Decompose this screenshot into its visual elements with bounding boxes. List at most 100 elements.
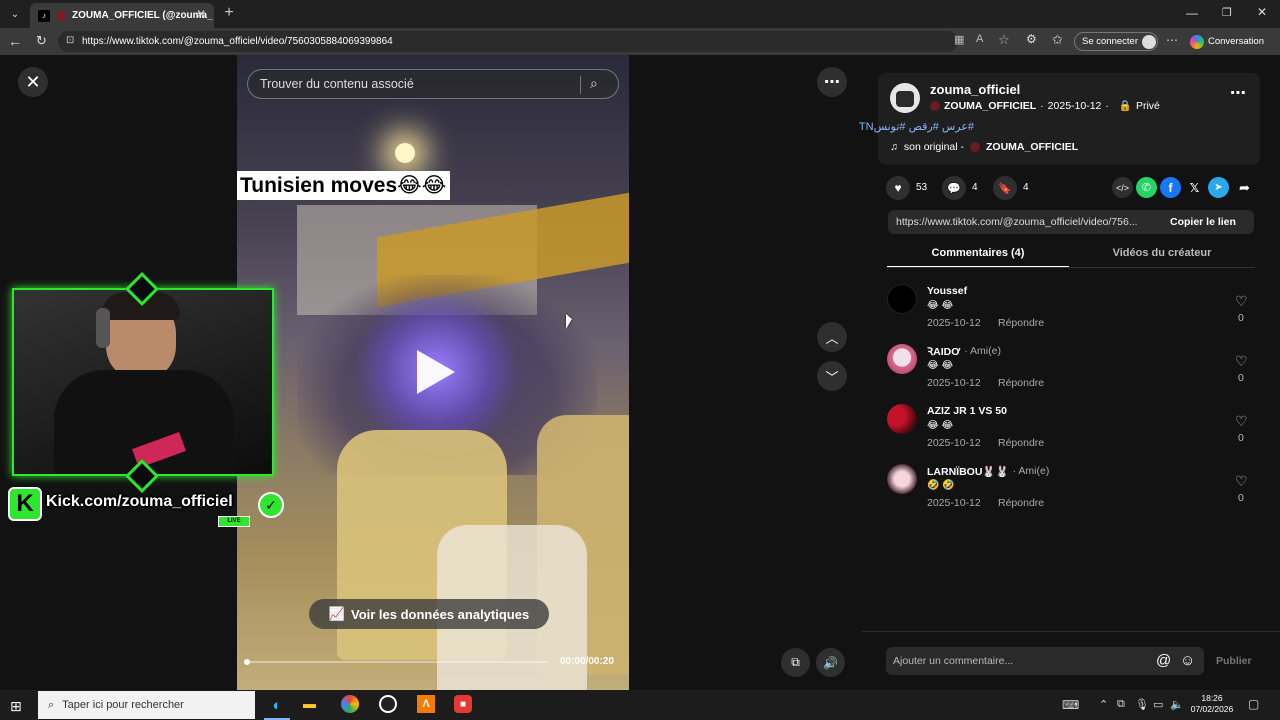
obs-icon[interactable] bbox=[379, 695, 397, 713]
taskbar-search[interactable]: ⌕ Taper ici pour rechercher bbox=[38, 691, 255, 719]
favorites-icon[interactable]: ✩ bbox=[1052, 32, 1063, 48]
reply-button[interactable]: Répondre bbox=[998, 317, 1044, 329]
restore-icon[interactable]: ❐ bbox=[1222, 6, 1232, 19]
mention-icon[interactable]: @ bbox=[1156, 652, 1171, 669]
comment-user[interactable]: LARNÏBOU🐰🐰 bbox=[927, 465, 1009, 478]
publish-button[interactable]: Publier bbox=[1216, 655, 1252, 667]
minimize-icon[interactable]: — bbox=[1186, 6, 1198, 20]
webcam-frame bbox=[12, 288, 274, 476]
comment-user[interactable]: ꝚAIDƠ bbox=[927, 345, 960, 359]
browser-tab[interactable]: ♪ ZOUMA_OFFICIEL (@zouma_ ✕ bbox=[30, 3, 214, 28]
analytics-label: Voir les données analytiques bbox=[350, 606, 530, 622]
video-player[interactable]: Trouver du contenu associé ⌕ Tunisien mo… bbox=[237, 55, 629, 690]
tabs-divider bbox=[887, 267, 1255, 268]
analytics-button[interactable]: 📈 Voir les données analytiques bbox=[309, 599, 549, 629]
comment-like-icon[interactable]: ♡ bbox=[1235, 293, 1248, 310]
close-player-button[interactable]: ✕ bbox=[18, 67, 48, 97]
comment-user[interactable]: AZIZ JR 1 VS 50 bbox=[927, 405, 1007, 417]
notifications-icon[interactable]: ▢ bbox=[1248, 697, 1259, 711]
save-button[interactable]: 🔖 bbox=[993, 176, 1017, 200]
translate-icon[interactable]: A bbox=[976, 33, 983, 45]
favorite-star-icon[interactable]: ☆ bbox=[998, 32, 1010, 48]
reply-button[interactable]: Répondre bbox=[998, 437, 1044, 449]
tab-comments[interactable]: Commentaires (4) bbox=[887, 247, 1069, 259]
tab-list-icon[interactable]: ⌄ bbox=[6, 6, 24, 22]
copilot-button[interactable]: Conversation bbox=[1190, 32, 1274, 51]
file-explorer-icon[interactable]: ▬ bbox=[303, 696, 316, 711]
x-icon[interactable]: 𝕏 bbox=[1184, 177, 1205, 198]
search-divider bbox=[580, 76, 581, 94]
progress-track[interactable] bbox=[244, 659, 547, 665]
app-a-icon[interactable]: Λ bbox=[417, 695, 435, 713]
extensions-icon[interactable]: ⚙ bbox=[1026, 32, 1037, 46]
copy-link-button[interactable]: Copier le lien bbox=[1170, 216, 1236, 228]
comment-placeholder: Ajouter un commentaire... bbox=[893, 655, 1014, 667]
author-username[interactable]: zouma_officiel bbox=[930, 82, 1020, 97]
new-tab-icon[interactable]: + bbox=[221, 4, 237, 21]
telegram-icon[interactable]: ➤ bbox=[1208, 177, 1229, 198]
comment-user[interactable]: Youssef bbox=[927, 285, 967, 297]
author-avatar[interactable] bbox=[890, 83, 920, 113]
app-icon[interactable]: ▦ bbox=[954, 33, 964, 46]
comment-avatar[interactable] bbox=[887, 284, 917, 314]
next-video-button[interactable]: ﹀ bbox=[817, 361, 847, 391]
lock-icon: 🔒 bbox=[1118, 100, 1132, 112]
share-icon[interactable]: ➦ bbox=[1234, 177, 1255, 198]
comment-like-icon[interactable]: ♡ bbox=[1235, 353, 1248, 370]
back-icon[interactable]: ← bbox=[8, 33, 22, 49]
volume-button[interactable]: 🔊 bbox=[816, 648, 845, 677]
tray-app-icon[interactable]: ⧉ bbox=[1117, 698, 1125, 711]
network-icon[interactable]: ▭ bbox=[1153, 698, 1163, 711]
pip-button[interactable]: ⧉ bbox=[781, 648, 810, 677]
clock[interactable]: 18:26 07/02/2026 bbox=[1186, 693, 1238, 715]
comment-avatar[interactable] bbox=[887, 344, 917, 374]
progress-thumb[interactable] bbox=[244, 659, 250, 665]
tab-creator-videos[interactable]: Vidéos du créateur bbox=[1069, 247, 1255, 259]
more-menu-icon[interactable]: ⋯ bbox=[1166, 33, 1178, 47]
reload-icon[interactable]: ↻ bbox=[36, 33, 47, 49]
tab-title: ZOUMA_OFFICIEL (@zouma_ bbox=[72, 10, 213, 21]
reply-button[interactable]: Répondre bbox=[998, 377, 1044, 389]
emoji-icon[interactable]: ☺ bbox=[1180, 652, 1195, 669]
volume-tray-icon[interactable]: 🔈 bbox=[1170, 698, 1184, 711]
whatsapp-icon[interactable]: ✆ bbox=[1136, 177, 1157, 198]
close-tab-icon[interactable]: ✕ bbox=[196, 7, 206, 21]
comment-button[interactable]: 💬 bbox=[942, 176, 966, 200]
post-menu-icon[interactable]: ⋯ bbox=[1230, 83, 1246, 103]
reply-button[interactable]: Répondre bbox=[998, 497, 1044, 509]
red-dot-icon bbox=[56, 10, 66, 21]
embed-icon[interactable]: </> bbox=[1112, 177, 1133, 198]
tray-up-icon[interactable]: ⌃ bbox=[1099, 698, 1108, 711]
keyboard-icon[interactable]: ⌨ bbox=[1062, 698, 1079, 712]
comment-text: 🤣 🤣 bbox=[927, 480, 955, 491]
comment-like-icon[interactable]: ♡ bbox=[1235, 473, 1248, 490]
signin-button[interactable]: Se connecter bbox=[1074, 32, 1158, 51]
video-caption: Tunisien moves😂😂 bbox=[237, 171, 451, 200]
post-card: zouma_officiel ZOUMA_OFFICIEL · 2025-10-… bbox=[859, 73, 1260, 165]
previous-video-button[interactable]: ︿ bbox=[817, 322, 847, 352]
facebook-icon[interactable]: f bbox=[1160, 177, 1181, 198]
chrome-icon[interactable] bbox=[341, 695, 359, 713]
comment-avatar[interactable] bbox=[887, 404, 917, 434]
comment-input[interactable]: Ajouter un commentaire... @ ☺ bbox=[886, 647, 1204, 675]
like-button[interactable]: ♥ bbox=[886, 176, 910, 200]
search-icon[interactable]: ⌕ bbox=[590, 75, 598, 92]
red-badge-icon bbox=[930, 100, 940, 111]
windows-start-icon[interactable]: ⊞ bbox=[10, 698, 22, 715]
edge-icon[interactable]: ◐ bbox=[266, 692, 288, 718]
close-window-icon[interactable]: ✕ bbox=[1257, 5, 1267, 19]
comment-text: 😂 😂 bbox=[927, 420, 954, 431]
more-options-button[interactable]: ⋯ bbox=[817, 67, 847, 97]
address-bar[interactable]: ⊡ https://www.tiktok.com/@zouma_officiel… bbox=[58, 31, 958, 52]
friend-tag: · Ami(e) bbox=[1012, 465, 1050, 477]
comment-like-icon[interactable]: ♡ bbox=[1235, 413, 1248, 430]
display-name[interactable]: ZOUMA_OFFICIEL bbox=[944, 100, 1036, 112]
app-red-icon[interactable]: ■ bbox=[454, 695, 472, 713]
microphone-icon[interactable]: 🎙 bbox=[1135, 698, 1149, 711]
play-icon[interactable] bbox=[417, 350, 455, 394]
site-info-icon[interactable]: ⊡ bbox=[66, 35, 74, 46]
search-box[interactable]: Trouver du contenu associé ⌕ bbox=[247, 69, 619, 99]
hashtags[interactable]: #عرس #رقص #تونسTN bbox=[859, 120, 974, 133]
comment-avatar[interactable] bbox=[887, 464, 917, 494]
sound-row[interactable]: ♫ son original - ZOUMA_OFFICIEL bbox=[890, 141, 1078, 153]
